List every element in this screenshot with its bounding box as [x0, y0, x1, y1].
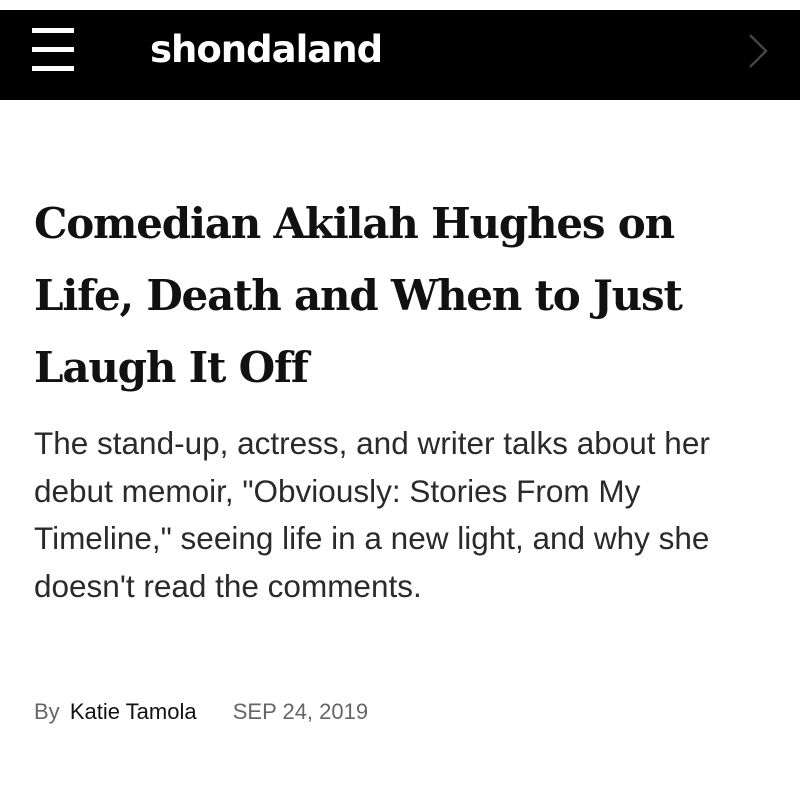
menu-icon-bar — [32, 28, 74, 33]
hamburger-menu-button[interactable] — [32, 28, 74, 72]
article-dek: The stand-up, actress, and writer talks … — [34, 425, 710, 604]
chevron-right-icon — [749, 34, 768, 68]
next-button[interactable] — [746, 31, 770, 71]
author-link[interactable]: Katie Tamola — [70, 699, 197, 724]
byline: By Katie Tamola SEP 24, 2019 — [34, 696, 368, 728]
menu-icon-bar — [32, 66, 74, 71]
byline-prefix: By — [34, 699, 60, 724]
site-logo[interactable]: shondaland — [150, 20, 383, 80]
article-headline: Comedian Akilah Hughes on Life, Death an… — [34, 199, 683, 392]
menu-icon-bar — [32, 47, 74, 52]
publish-date: SEP 24, 2019 — [232, 699, 369, 724]
site-header: shondaland — [0, 10, 800, 100]
